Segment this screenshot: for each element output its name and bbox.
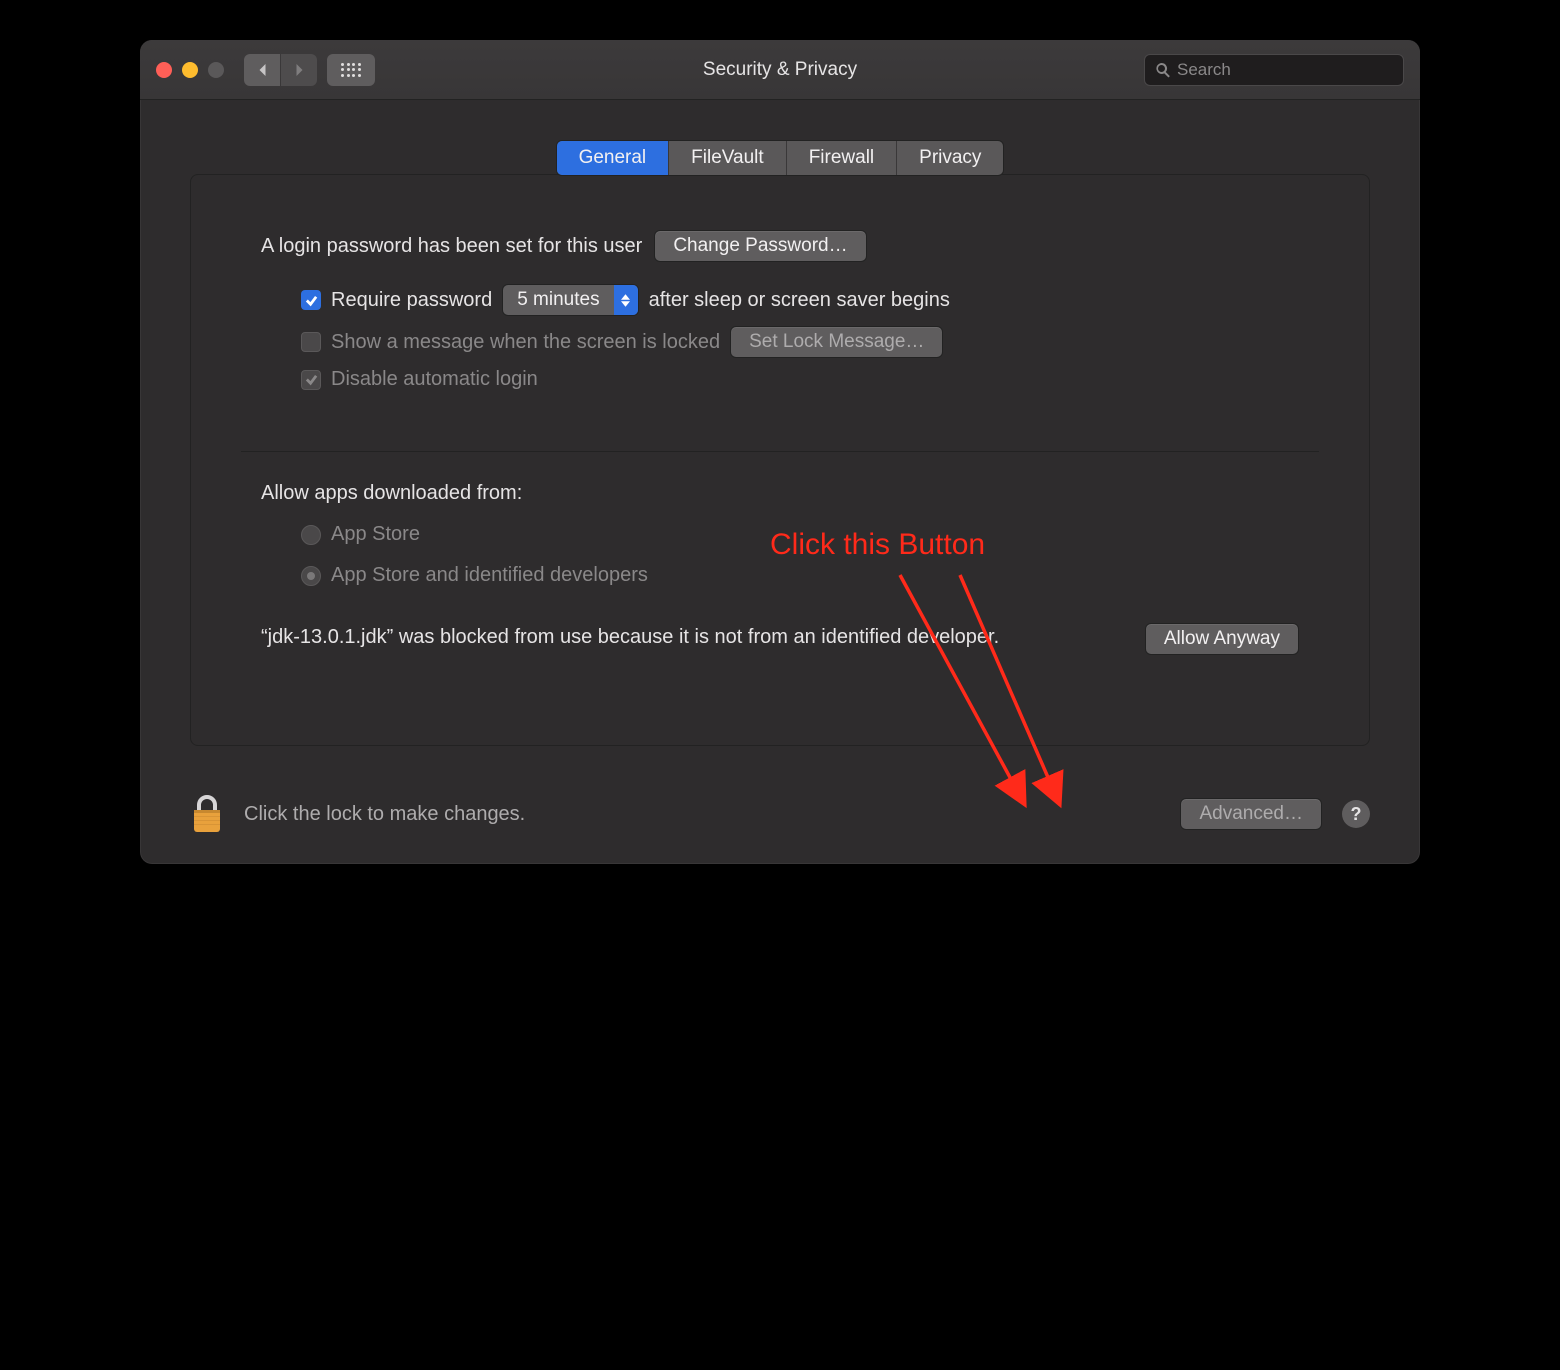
lock-icon[interactable] [190, 794, 224, 834]
show-message-label: Show a message when the screen is locked [331, 331, 720, 354]
advanced-button[interactable]: Advanced… [1180, 798, 1322, 830]
search-field[interactable] [1144, 54, 1404, 86]
require-password-suffix: after sleep or screen saver begins [649, 289, 950, 312]
window-title: Security & Privacy [703, 59, 857, 81]
radio-identified-label: App Store and identified developers [331, 564, 648, 587]
radio-app-store-label: App Store [331, 523, 420, 546]
require-password-delay-select[interactable]: 5 minutes [502, 284, 638, 316]
grid-icon [341, 63, 361, 77]
require-password-checkbox[interactable] [301, 290, 321, 310]
maximize-button [208, 62, 224, 78]
radio-app-store [301, 525, 321, 545]
blocked-app-message: “jdk-13.0.1.jdk” was blocked from use be… [261, 623, 1105, 651]
checkmark-icon [305, 294, 318, 307]
radio-identified-developers [301, 566, 321, 586]
window-controls [156, 62, 224, 78]
require-password-label: Require password [331, 289, 492, 312]
tab-bar: General FileVault Firewall Privacy [190, 140, 1370, 176]
tab-filevault[interactable]: FileVault [669, 141, 787, 175]
tab-general[interactable]: General [557, 141, 670, 175]
tab-privacy[interactable]: Privacy [897, 141, 1003, 175]
allow-apps-heading: Allow apps downloaded from: [261, 482, 1299, 505]
stepper-icon [614, 285, 638, 315]
footer: Click the lock to make changes. Advanced… [140, 776, 1420, 864]
toolbar: Security & Privacy [140, 40, 1420, 100]
checkmark-icon [305, 373, 318, 386]
close-button[interactable] [156, 62, 172, 78]
divider [241, 451, 1319, 452]
require-password-delay-value: 5 minutes [503, 289, 613, 311]
change-password-button[interactable]: Change Password… [654, 230, 866, 262]
lock-hint-text: Click the lock to make changes. [244, 803, 525, 826]
forward-button [281, 54, 317, 86]
nav-buttons [244, 54, 317, 86]
help-button[interactable]: ? [1342, 800, 1370, 828]
back-button[interactable] [244, 54, 280, 86]
show-message-checkbox [301, 332, 321, 352]
content-area: General FileVault Firewall Privacy A log… [140, 100, 1420, 776]
login-password-label: A login password has been set for this u… [261, 235, 642, 258]
preferences-window: Security & Privacy General FileVault Fir… [140, 40, 1420, 864]
disable-auto-login-checkbox [301, 370, 321, 390]
search-icon [1155, 62, 1171, 78]
set-lock-message-button: Set Lock Message… [730, 326, 943, 358]
general-panel: A login password has been set for this u… [190, 174, 1370, 746]
search-input[interactable] [1177, 60, 1393, 80]
show-all-button[interactable] [327, 54, 375, 86]
minimize-button[interactable] [182, 62, 198, 78]
allow-anyway-button[interactable]: Allow Anyway [1145, 623, 1299, 655]
disable-auto-login-label: Disable automatic login [331, 368, 538, 391]
tab-firewall[interactable]: Firewall [787, 141, 897, 175]
radio-dot-icon [307, 572, 315, 580]
